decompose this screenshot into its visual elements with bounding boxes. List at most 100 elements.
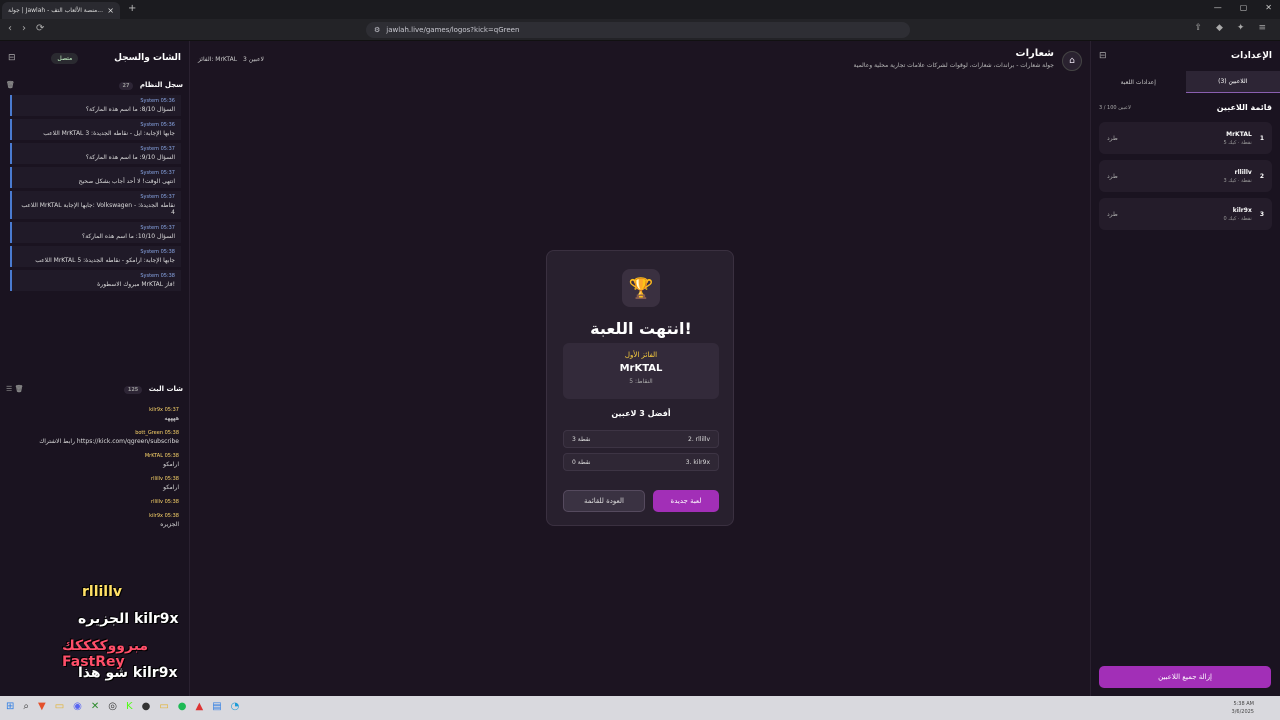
- game-title: شعارات: [1015, 48, 1054, 59]
- back-icon[interactable]: ‹: [8, 23, 12, 34]
- files-icon[interactable]: ▭: [55, 701, 64, 712]
- chat-message: MrKTAL 05:38 ارامكو: [10, 453, 179, 468]
- github-icon[interactable]: ●: [142, 701, 151, 712]
- browser-extensions: ⇪ ◆ ✦ ≡: [1194, 23, 1266, 33]
- browser-tab[interactable]: جولة | Jawlah - منصة الألعاب التف... ×: [2, 2, 120, 19]
- kick-button[interactable]: طرد: [1107, 211, 1118, 218]
- stream-overlay-line: شو هذا kilr9x: [78, 665, 178, 681]
- player-info: rllillv 3 نقطة · كيك: [1118, 169, 1252, 184]
- player-name: MrKTAL: [1226, 130, 1252, 138]
- system-log-title: سجل النظام: [139, 81, 183, 89]
- tab-players[interactable]: اللاعبين (3): [1185, 71, 1280, 93]
- remove-all-players-button[interactable]: إزالة جميع اللاعبين: [1099, 666, 1271, 688]
- rank-row: 3 نقطة 2. rllillv: [563, 430, 719, 448]
- game-status: الفائز: MrKTAL 3 لاعبين: [198, 56, 264, 63]
- rank-name: 2. rllillv: [688, 435, 710, 443]
- chat-author: kilr9x 05:38: [149, 513, 179, 519]
- reload-icon[interactable]: ⟳: [36, 23, 44, 34]
- new-tab-button[interactable]: +: [128, 3, 136, 14]
- notes-icon[interactable]: ▭: [159, 701, 168, 712]
- tab-close-icon[interactable]: ×: [107, 6, 114, 15]
- clock-time: 5:38 AM: [1233, 701, 1254, 707]
- log-text: السؤال 10/10: ما اسم هذه الماركة؟: [82, 233, 175, 240]
- log-text: السؤال 8/10: ما اسم هذه الماركة؟: [85, 106, 175, 113]
- brave-icon[interactable]: ▼: [38, 701, 46, 712]
- forward-icon[interactable]: ›: [22, 23, 26, 34]
- share-icon[interactable]: ⇪: [1194, 23, 1202, 33]
- nav-buttons: ‹ › ⟳: [8, 23, 44, 34]
- settings-header: ⊟ الإعدادات: [1091, 41, 1280, 71]
- collapse-right-icon[interactable]: ⊟: [1099, 51, 1107, 61]
- chat-message: kilr9x 05:37 ههههه: [10, 407, 179, 422]
- extensions-icon[interactable]: ✦: [1237, 23, 1245, 33]
- chat-message: rllillv 05:38 ارامكو: [10, 476, 179, 491]
- chat-message: bott_Green 05:38 رابط الاشتراك https://ki…: [10, 430, 179, 445]
- kick-button[interactable]: طرد: [1107, 173, 1118, 180]
- settings-tabs: إعدادات اللعبة اللاعبين (3): [1091, 71, 1280, 93]
- player-row: طرد rllillv 3 نقطة · كيك 2: [1099, 160, 1272, 192]
- top-players-title: أفضل 3 لاعبين: [611, 409, 671, 418]
- chat-log-panel: ⊟ متصل الشات والسجل 🗑 27 سجل النظام Syst…: [0, 41, 190, 696]
- system-log-list[interactable]: System 05:36 السؤال 8/10: ما اسم هذه الما…: [0, 95, 189, 373]
- url-field[interactable]: ⚙ jawlah.live/games/logos?kick=qGreen: [366, 22, 910, 38]
- player-list-title: قائمة اللاعبين: [1216, 103, 1272, 112]
- collapse-left-icon[interactable]: ⊟: [8, 53, 16, 63]
- log-entry: System 05:37 انتهى الوقت! لا أحد أجاب بشك…: [10, 167, 181, 188]
- xbox-icon[interactable]: ✕: [91, 701, 99, 712]
- trash-icon[interactable]: 🗑: [6, 81, 15, 89]
- log-entry: System 05:38 مبروك الاسطورة MrKTAL فاز!: [10, 270, 181, 291]
- close-window-icon[interactable]: ✕: [1265, 3, 1272, 12]
- player-list-header: 3 / 100 لاعبين قائمة اللاعبين: [1091, 93, 1280, 116]
- game-header: الفائز: MrKTAL 3 لاعبين شعارات جولة شعار…: [190, 41, 1090, 81]
- filter-icon[interactable]: ☰: [6, 385, 12, 393]
- player-points: 3 نقطة · كيك: [1223, 177, 1252, 184]
- log-entry: System 05:37 اللاعب MrKTAL جابها الإجابة:…: [10, 191, 181, 219]
- adobe-icon[interactable]: ▲: [196, 701, 204, 712]
- log-text: مبروك الاسطورة MrKTAL فاز!: [97, 281, 175, 288]
- stream-overlay-line: الجزيره kilr9x: [78, 611, 179, 627]
- kick-button[interactable]: طرد: [1107, 135, 1118, 142]
- windows-start-icon[interactable]: ⊞: [6, 701, 14, 712]
- rank-name: 3. kilr9x: [685, 458, 710, 466]
- chat-log-title: الشات والسجل: [114, 53, 181, 63]
- player-row: طرد kilr9x 0 نقطة · كيك 3: [1099, 198, 1272, 230]
- chat-text: رابط الاشتراك https://kick.com/qgreen/su…: [39, 438, 179, 445]
- tab-game-settings[interactable]: إعدادات اللعبة: [1091, 71, 1186, 93]
- chat-text: ارامكو: [163, 484, 179, 491]
- maximize-icon[interactable]: ▢: [1240, 3, 1248, 12]
- notepad-icon[interactable]: ▤: [212, 701, 221, 712]
- chat-text: ارامكو: [163, 461, 179, 468]
- trash-icon[interactable]: 🗑: [15, 385, 24, 393]
- winner-box: الفائز الأول MrKTAL النقاط: 5: [563, 343, 719, 399]
- chat-message: kilr9x 05:38 الجزيره: [10, 513, 179, 528]
- player-rank: 2: [1259, 172, 1264, 180]
- player-info: MrKTAL 5 نقطة · كيك: [1118, 130, 1252, 146]
- chat-author: rllillv 05:38: [151, 499, 179, 505]
- edge-icon[interactable]: ◔: [231, 701, 240, 712]
- new-game-button[interactable]: لعبة جديدة: [653, 490, 719, 512]
- home-button[interactable]: ⌂: [1062, 51, 1082, 71]
- spotify-icon[interactable]: ●: [178, 701, 187, 712]
- chat-author: MrKTAL 05:38: [144, 453, 179, 459]
- log-entry: System 05:37 السؤال 10/10: ما اسم هذه الم…: [10, 222, 181, 243]
- address-bar: ‹ › ⟳ ⚙ jawlah.live/games/logos?kick=qGr…: [0, 19, 1280, 41]
- system-clock[interactable]: 5:38 AM 3/6/2025: [1232, 700, 1254, 716]
- live-chat-list[interactable]: kilr9x 05:37 ههههه bott_Green 05:38 رابط ا…: [0, 407, 189, 528]
- app-icon[interactable]: ◎: [108, 701, 117, 712]
- browser-tab-strip: جولة | Jawlah - منصة الألعاب التف... × +…: [0, 0, 1280, 19]
- shield-icon[interactable]: ◆: [1216, 23, 1223, 33]
- minimize-icon[interactable]: —: [1214, 3, 1222, 12]
- site-info-icon[interactable]: ⚙: [374, 26, 380, 34]
- log-entry: System 05:37 السؤال 9/10: ما اسم هذه الما…: [10, 143, 181, 164]
- log-text: انتهى الوقت! لا أحد أجاب بشكل صحيح: [78, 178, 175, 185]
- chat-author: bott_Green 05:38: [135, 430, 179, 436]
- discord-icon[interactable]: ◉: [73, 701, 82, 712]
- window-controls: — ▢ ✕: [1214, 3, 1272, 12]
- kick-icon[interactable]: K: [126, 701, 133, 712]
- rank-points: 0 نقطة: [572, 458, 591, 466]
- search-icon[interactable]: ⌕: [23, 701, 29, 712]
- menu-icon[interactable]: ≡: [1258, 23, 1266, 33]
- log-meta: System 05:38: [140, 273, 175, 279]
- back-to-menu-button[interactable]: العودة للقائمة: [563, 490, 645, 512]
- rank-points: 3 نقطة: [572, 435, 591, 443]
